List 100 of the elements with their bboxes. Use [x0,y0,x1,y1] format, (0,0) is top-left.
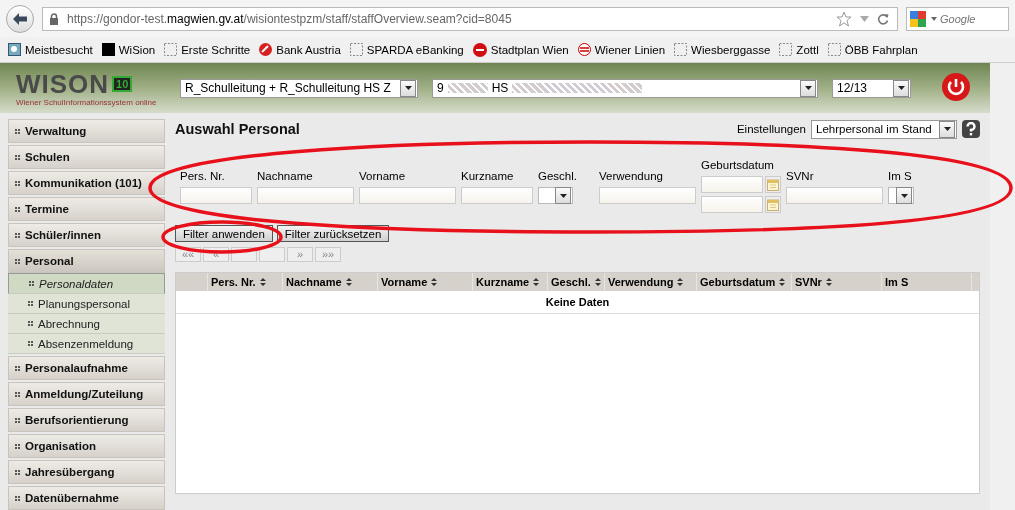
column-header[interactable]: Im S [882,273,972,291]
nav-subitem[interactable]: Planungspersonal [8,294,165,314]
filter-input[interactable] [359,187,456,204]
nav-item[interactable]: Anmeldung/Zuteilung [8,382,165,406]
nav-item[interactable]: Berufsorientierung [8,408,165,432]
apply-filter-button[interactable]: Filter anwenden [175,225,273,242]
settings-label: Einstellungen [736,123,806,135]
calendar-icon [767,198,779,211]
bullet-icon [15,128,20,134]
bookmark-link[interactable]: SPARDA eBanking [349,43,464,56]
bookmark-link[interactable]: ÖBB Fahrplan [827,43,918,56]
nav-label: Planungspersonal [38,297,131,310]
date-input[interactable] [701,176,763,193]
nav-subitem[interactable]: Personaldaten [8,273,165,294]
filter-input[interactable] [786,187,883,204]
filter-label: Pers. Nr. [180,170,226,182]
bookmark-link[interactable]: Bank Austria [259,43,341,56]
caret-icon[interactable] [939,120,955,138]
column-header[interactable]: SVNr [792,273,882,291]
column-header[interactable]: Nachname [283,273,378,291]
filter-input[interactable] [599,187,696,204]
help-button[interactable] [962,120,980,138]
caret-icon[interactable] [893,79,909,97]
bookmark-link[interactable]: Wiesberggasse [674,43,771,56]
nav-label: Berufsorientierung [25,414,129,426]
filter-label: Verwendung [599,170,664,182]
nav-item[interactable]: Termine [8,197,165,221]
column-header[interactable]: Verwendung [605,273,697,291]
lock-icon [49,12,59,25]
page-icon [164,43,178,56]
settings-select[interactable]: Lehrpersonal im Stand [811,119,957,139]
nav-item[interactable]: Jahresübergang [8,460,165,484]
column-header[interactable]: Pers. Nr. [208,273,283,291]
city-icon [472,42,487,57]
question-mark-icon [965,122,977,136]
back-button[interactable] [6,4,34,33]
caret-icon[interactable] [400,79,416,97]
filter-select[interactable] [538,187,573,204]
nav-label: Schulen [25,151,70,163]
bullet-icon [15,258,20,264]
nav-subitem[interactable]: Absenzenmeldung [8,334,165,354]
nav-label: Anmeldung/Zuteilung [25,388,144,400]
column-header[interactable]: Geschl. [548,273,605,291]
bullet-icon [15,417,20,423]
year-select[interactable]: 12/13 [832,78,911,98]
role-select[interactable]: R_Schulleitung + R_Schulleitung HS Z [180,78,418,98]
nav-item[interactable]: Schulen [8,145,165,169]
bookmark-link[interactable]: Stadtplan Wien [472,42,569,57]
nav-label: Schüler/innen [25,229,102,241]
sort-icon [533,278,540,286]
nav-label: Personalaufnahme [25,362,128,374]
dropdown-icon[interactable] [931,16,937,21]
date-input[interactable] [701,196,763,213]
bookmark-link[interactable]: Erste Schritte [164,43,251,56]
bookmark-link[interactable]: Zottl [779,43,819,56]
bullet-icon [28,321,33,326]
column-header[interactable]: Vorname [378,273,473,291]
nav-item[interactable]: Datenübernahme [8,486,165,510]
power-icon [941,72,971,102]
bullet-icon [15,469,20,475]
caret-icon[interactable] [555,187,571,204]
nav-label: Termine [25,203,69,215]
nav-item[interactable]: Organisation [8,434,165,458]
star-icon[interactable] [836,10,852,27]
column-header[interactable]: Geburtsdatum [697,273,792,291]
sort-icon [825,278,832,286]
address-field[interactable]: https://gondor-test.magwien.gv.at/wisiontestpzm/staff/staffOverview.seam?cid=8045 [42,6,898,31]
nav-item[interactable]: Schüler/innen [8,223,165,247]
sort-icon [431,278,438,286]
nav-item[interactable]: Verwaltung [8,119,165,143]
bookmark-link[interactable]: Meistbesucht [8,43,93,56]
filter-input[interactable] [180,187,252,204]
filter-select[interactable] [888,187,914,204]
bullet-icon [15,206,20,212]
bookmark-link[interactable]: WiSion [101,43,156,56]
caret-icon[interactable] [800,79,816,97]
calendar-icon [767,178,779,191]
bullet-icon [15,154,20,160]
nav-item[interactable]: Personal [8,249,165,273]
nav-label: Abrechnung [38,317,101,330]
reload-icon[interactable] [877,12,889,25]
nav-subitem[interactable]: Abrechnung [8,314,165,334]
nav-item[interactable]: Kommunikation (101) [8,171,165,195]
back-arrow-icon [12,11,28,26]
sort-icon [594,278,601,286]
bookmark-link[interactable]: Wiener Linien [577,43,666,56]
caret-icon[interactable] [896,187,912,204]
school-select[interactable]: 9 HS [432,78,818,98]
column-header[interactable]: Kurzname [473,273,548,291]
bullet-icon [15,495,20,501]
google-icon [910,10,928,27]
search-field[interactable]: Google [906,6,1009,31]
filter-input[interactable] [461,187,533,204]
filter-label: SVNr [786,170,815,182]
nav-item[interactable]: Personalaufnahme [8,356,165,380]
power-button[interactable] [940,72,972,104]
bookmark-icon [8,43,21,56]
transit-icon [577,43,591,56]
filter-input[interactable] [257,187,354,204]
bank-icon [259,43,273,56]
